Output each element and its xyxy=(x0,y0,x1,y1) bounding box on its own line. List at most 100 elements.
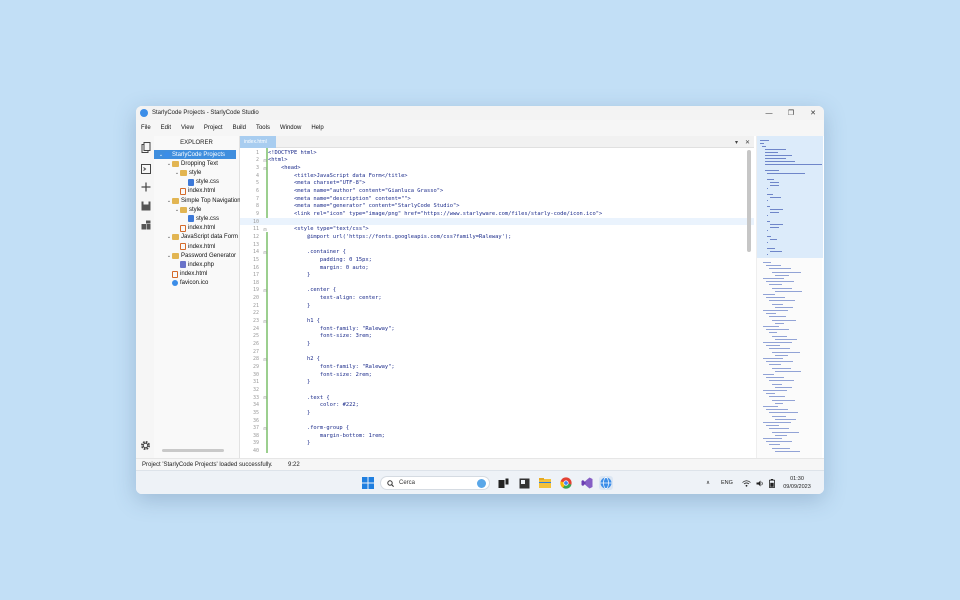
code-line[interactable]: 28 ⊟ h2 { xyxy=(240,356,754,364)
tree-item[interactable]: ⌄ style xyxy=(174,205,201,214)
explorer-scrollbar[interactable] xyxy=(162,449,224,452)
volume-icon[interactable] xyxy=(756,471,764,494)
tree-item[interactable]: ⌄ JavaScript data Form xyxy=(166,233,238,242)
minimap-line xyxy=(772,383,782,385)
terminal-icon[interactable] xyxy=(140,163,151,174)
menu-project[interactable]: Project xyxy=(204,125,223,131)
code-line[interactable]: 19 ⊟ .center { xyxy=(240,287,754,295)
minimap-line xyxy=(775,402,783,404)
add-icon[interactable] xyxy=(140,181,151,192)
code-line[interactable]: 24 font-family: "Raleway"; xyxy=(240,325,754,333)
tree-item[interactable]: index.html xyxy=(174,224,215,233)
menu-window[interactable]: Window xyxy=(280,125,301,131)
settings-gear-icon[interactable] xyxy=(140,440,151,451)
code-line[interactable]: 33 ⊟ .text { xyxy=(240,394,754,402)
code-line[interactable]: 27 xyxy=(240,348,754,356)
taskbar-search[interactable]: Cerca xyxy=(380,476,490,490)
code-line[interactable]: 38 margin-bottom: 1rem; xyxy=(240,432,754,440)
tree-item[interactable]: index.html xyxy=(174,242,215,251)
code-line[interactable]: 8 <meta name="generator" content="Starly… xyxy=(240,203,754,211)
tray-chevron[interactable]: ∧ xyxy=(706,471,710,494)
file-explorer-icon[interactable] xyxy=(538,476,552,490)
menu-help[interactable]: Help xyxy=(311,125,323,131)
code-line[interactable]: 36 xyxy=(240,417,754,425)
tree-item[interactable]: style.css xyxy=(182,214,219,223)
code-line[interactable]: 26 } xyxy=(240,340,754,348)
title-bar[interactable]: StarlyCode Projects - StarlyCode Studio … xyxy=(136,106,824,120)
close-tab-icon[interactable]: ✕ xyxy=(745,139,750,146)
code-line[interactable]: 32 xyxy=(240,386,754,394)
code-line[interactable]: 10 xyxy=(240,217,754,226)
tree-item[interactable]: ⌄ Password Generator xyxy=(166,251,236,260)
battery-icon[interactable] xyxy=(769,471,775,494)
code-line[interactable]: 35 } xyxy=(240,409,754,417)
files-icon[interactable] xyxy=(140,142,151,153)
code-line[interactable]: 1 <!DOCTYPE html> xyxy=(240,149,754,157)
code-line[interactable]: 23 ⊟ h1 { xyxy=(240,317,754,325)
code-line[interactable]: 2 ⊟ <html> xyxy=(240,157,754,165)
line-number: 38 xyxy=(252,432,259,439)
tree-item[interactable]: style.css xyxy=(182,178,219,187)
tree-item[interactable]: index.php xyxy=(174,260,214,269)
code-line[interactable]: 15 padding: 0 15px; xyxy=(240,256,754,264)
code-line[interactable]: 18 xyxy=(240,279,754,287)
save-icon[interactable] xyxy=(140,200,151,211)
code-line[interactable]: 30 font-size: 2rem; xyxy=(240,371,754,379)
tree-item[interactable]: ⌄ StarlyCode Projects xyxy=(154,150,236,159)
tree-item[interactable]: index.html xyxy=(166,270,207,279)
wifi-icon[interactable] xyxy=(742,471,751,494)
tab-index-html[interactable]: index.html xyxy=(240,136,276,148)
task-view-icon[interactable] xyxy=(496,476,510,490)
code-line[interactable]: 16 margin: 0 auto; xyxy=(240,264,754,272)
code-line[interactable]: 34 color: #222; xyxy=(240,401,754,409)
line-number: 6 xyxy=(255,188,259,195)
start-windows-icon[interactable] xyxy=(361,476,375,490)
widgets-icon[interactable] xyxy=(517,476,531,490)
code-line[interactable]: 40 xyxy=(240,447,754,455)
tree-item[interactable]: favicon.ico xyxy=(166,279,208,288)
code-line[interactable]: 17 } xyxy=(240,271,754,279)
code-text: .text { xyxy=(268,394,330,401)
code-line[interactable]: 9 <link rel="icon" type="image/png" href… xyxy=(240,210,754,218)
editor-scrollbar[interactable] xyxy=(747,150,751,252)
code-line[interactable]: 6 <meta name="author" content="Gianluca … xyxy=(240,187,754,195)
code-line[interactable]: 21 } xyxy=(240,302,754,310)
minimap[interactable] xyxy=(756,136,823,458)
code-line[interactable]: 5 <meta charset="UTF-8"> xyxy=(240,180,754,188)
chrome-icon[interactable] xyxy=(559,476,573,490)
tree-item[interactable]: ⌄ style xyxy=(174,168,201,177)
starlycode-taskbar-icon[interactable] xyxy=(599,476,613,490)
language-indicator[interactable]: ENG xyxy=(721,471,733,494)
tree-item[interactable]: index.html xyxy=(174,187,215,196)
menu-edit[interactable]: Edit xyxy=(161,125,171,131)
code-line[interactable]: 13 xyxy=(240,241,754,249)
clock[interactable]: 01:30 09/09/2023 xyxy=(778,475,816,491)
menu-view[interactable]: View xyxy=(181,125,194,131)
code-line[interactable]: 7 <meta name="description" content=""> xyxy=(240,195,754,203)
tree-item-label: style xyxy=(189,169,202,176)
code-area[interactable]: 1 <!DOCTYPE html> 2 ⊟ <html> 3 ⊟ <head> 4 <titl… xyxy=(240,148,754,458)
code-line[interactable]: 4 <title>JavaScript data Form</title> xyxy=(240,172,754,180)
code-line[interactable]: 31 } xyxy=(240,379,754,387)
minimize-button[interactable]: — xyxy=(758,106,780,120)
menu-build[interactable]: Build xyxy=(233,125,246,131)
menu-file[interactable]: File xyxy=(141,125,151,131)
close-button[interactable]: ✕ xyxy=(802,106,824,120)
code-line[interactable]: 39 } xyxy=(240,440,754,448)
code-line[interactable]: 3 ⊟ <head> xyxy=(240,164,754,172)
code-line[interactable]: 25 font-size: 3rem; xyxy=(240,333,754,341)
code-line[interactable]: 11 ⊟ <style type="text/css"> xyxy=(240,226,754,234)
tree-item[interactable]: ⌄ Simple Top Navigation xyxy=(166,196,241,205)
code-line[interactable]: 14 ⊟ .container { xyxy=(240,248,754,256)
tree-item[interactable]: ⌄ Dropping Text xyxy=(166,159,218,168)
maximize-button[interactable]: ❐ xyxy=(780,106,802,120)
code-line[interactable]: 22 xyxy=(240,310,754,318)
extensions-icon[interactable] xyxy=(140,219,151,230)
tab-list-chevron-icon[interactable]: ▾ xyxy=(735,139,738,146)
visual-studio-icon[interactable] xyxy=(580,476,594,490)
menu-tools[interactable]: Tools xyxy=(256,125,270,131)
code-line[interactable]: 12 @import url('https://fonts.googleapis… xyxy=(240,233,754,241)
code-line[interactable]: 20 text-align: center; xyxy=(240,294,754,302)
code-line[interactable]: 37 ⊟ .form-group { xyxy=(240,424,754,432)
code-line[interactable]: 29 font-family: "Raleway"; xyxy=(240,363,754,371)
